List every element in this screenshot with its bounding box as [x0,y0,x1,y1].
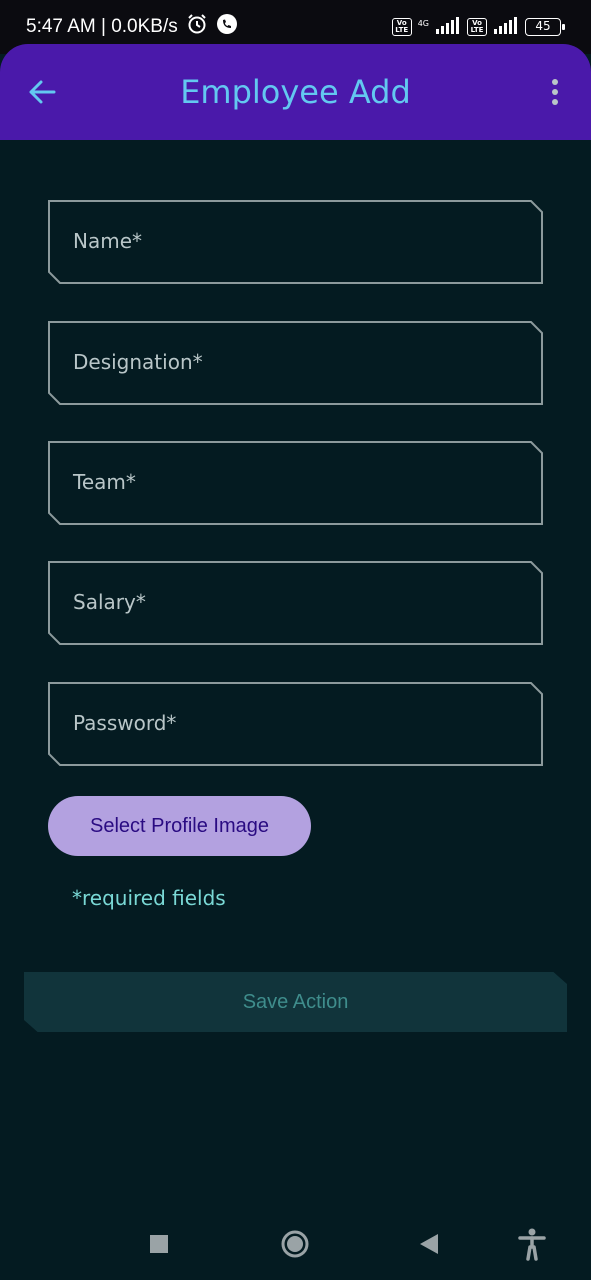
alarm-icon [186,13,208,41]
square-icon [150,1235,168,1253]
signal-icon [435,15,461,40]
back-nav-button[interactable] [411,1226,447,1262]
overflow-menu-button[interactable] [543,70,567,114]
circle-icon [281,1230,309,1258]
accessibility-icon [518,1228,546,1261]
recents-button[interactable] [141,1226,177,1262]
save-action-button[interactable]: Save Action [24,972,567,1032]
volte-icon: Vo LTE [391,18,412,36]
name-field-label: Name* [73,229,143,253]
signal-icon-2 [493,15,519,40]
team-field-label: Team* [73,470,136,494]
designation-field[interactable]: Designation* [48,321,543,405]
designation-field-label: Designation* [73,350,203,374]
password-field[interactable]: Password* [48,682,543,766]
page-title: Employee Add [180,73,411,111]
screen: 5:47 AM | 0.0KB/s Vo LTE 4G Vo LTE 45 Em… [0,0,591,1280]
home-button[interactable] [277,1226,313,1262]
team-field[interactable]: Team* [48,441,543,525]
password-field-label: Password* [73,711,177,735]
battery-icon: 45 [525,18,565,36]
accessibility-button[interactable] [514,1226,550,1262]
status-right: Vo LTE 4G Vo LTE 45 [391,14,565,40]
salary-field-label: Salary* [73,590,146,614]
system-nav-bar [0,1210,591,1280]
name-field[interactable]: Name* [48,200,543,284]
call-app-icon [216,13,238,41]
more-vert-icon [552,79,558,105]
select-profile-image-button[interactable]: Select Profile Image [48,796,311,856]
network-type: 4G [417,18,429,28]
time-speed-text: 5:47 AM | 0.0KB/s [26,16,178,37]
app-bar: Employee Add [0,44,591,140]
volte-icon-2: Vo LTE [467,18,487,36]
status-left: 5:47 AM | 0.0KB/s [26,14,238,40]
required-fields-note: *required fields [72,886,226,910]
salary-field[interactable]: Salary* [48,561,543,645]
triangle-left-icon [420,1234,438,1254]
